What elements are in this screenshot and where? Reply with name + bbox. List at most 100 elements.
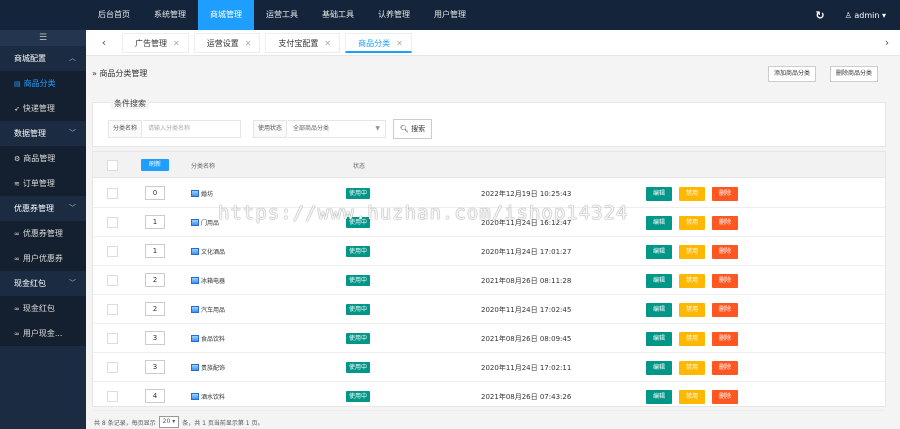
- search-fields: 分类名称 请输入分类名称 使用状态 全部商品分类 ▼ 🔍︎ 搜索: [103, 107, 879, 143]
- delete-button[interactable]: 删除: [712, 332, 738, 346]
- sort-order-input[interactable]: 0: [145, 186, 165, 200]
- tab-alipay-config[interactable]: 支付宝配置 ✕: [265, 32, 341, 53]
- image-icon: [191, 364, 199, 371]
- sidebar-item-label: 用户优惠券: [22, 254, 63, 263]
- disable-button[interactable]: 禁用: [679, 216, 705, 230]
- top-menu-item-operations[interactable]: 运营工具: [254, 0, 310, 30]
- category-name-input[interactable]: 请输入分类名称: [143, 120, 241, 138]
- username: admin: [854, 10, 880, 20]
- close-icon[interactable]: ✕: [173, 39, 180, 48]
- sidebar-item-express[interactable]: ➶ 快递管理: [0, 96, 86, 121]
- sort-order-input[interactable]: 2: [145, 302, 165, 316]
- row-checkbox[interactable]: [107, 304, 118, 315]
- row-checkbox[interactable]: [107, 333, 118, 344]
- status-select[interactable]: 全部商品分类 ▼: [288, 120, 386, 138]
- tab-ads[interactable]: 广告管理 ✕: [122, 32, 189, 53]
- row-checkbox[interactable]: [107, 391, 118, 402]
- top-menu-item-system[interactable]: 系统管理: [142, 0, 198, 30]
- edit-button[interactable]: 编辑: [646, 274, 672, 288]
- disable-button[interactable]: 禁用: [679, 303, 705, 317]
- top-menu-item-home[interactable]: 后台首页: [86, 0, 142, 30]
- refresh-icon[interactable]: ↻: [815, 9, 824, 22]
- edit-button[interactable]: 编辑: [646, 332, 672, 346]
- tab-product-category[interactable]: 商品分类 ✕: [345, 32, 412, 53]
- edit-button[interactable]: 编辑: [646, 216, 672, 230]
- delete-category-button[interactable]: 删除商品分类: [830, 66, 879, 82]
- delete-button[interactable]: 删除: [712, 187, 738, 201]
- top-menu-item-mall[interactable]: 商城管理: [198, 0, 254, 30]
- sidebar-group-label: 优惠券管理: [14, 204, 54, 213]
- created-time: 2020年11月24日 17:02:11: [481, 364, 572, 372]
- refresh-button[interactable]: 刷新: [141, 159, 170, 171]
- disable-button[interactable]: 禁用: [679, 332, 705, 346]
- search-button[interactable]: 🔍︎ 搜索: [393, 119, 433, 139]
- category-table: 刷新 分类名称 状态 0 婚坊 使用中 2022年12月19日 10:25:43 编辑禁…: [92, 151, 886, 411]
- delete-button[interactable]: 删除: [712, 303, 738, 317]
- delete-button[interactable]: 删除: [712, 245, 738, 259]
- edit-button[interactable]: 编辑: [646, 390, 672, 404]
- sidebar-group-label: 数据管理: [14, 129, 46, 138]
- page-title: » 商品分类管理: [92, 68, 147, 79]
- sidebar-group-label: 商城配置: [14, 54, 46, 63]
- disable-button[interactable]: 禁用: [679, 187, 705, 201]
- page-size-value: 20: [162, 418, 171, 425]
- edit-button[interactable]: 编辑: [646, 303, 672, 317]
- disable-button[interactable]: 禁用: [679, 245, 705, 259]
- sidebar-group-mall-config[interactable]: 商城配置 ︿: [0, 46, 86, 71]
- category-name: 婚坊: [191, 189, 213, 198]
- sidebar-item-product-category[interactable]: ▤ 商品分类: [0, 71, 86, 96]
- category-name-text: 贵族配饰: [201, 365, 226, 372]
- user-icon: ♙: [844, 10, 855, 20]
- category-name: 食品饮料: [191, 334, 225, 343]
- edit-button[interactable]: 编辑: [646, 187, 672, 201]
- sort-order-input[interactable]: 3: [145, 331, 165, 345]
- chevron-down-icon: ▾: [172, 418, 176, 425]
- table-header: 刷新 分类名称 状态: [93, 152, 885, 178]
- sidebar-group-cash-redpack[interactable]: 现金红包 ﹀: [0, 271, 86, 296]
- close-icon[interactable]: ✕: [324, 39, 331, 48]
- sort-order-input[interactable]: 1: [145, 244, 165, 258]
- edit-button[interactable]: 编辑: [646, 245, 672, 259]
- sidebar-item-coupon-manage[interactable]: ∞ 优惠券管理: [0, 221, 86, 246]
- sliders-icon: ≋: [14, 180, 20, 188]
- select-all-checkbox[interactable]: [107, 160, 118, 171]
- sidebar-group-data[interactable]: 数据管理 ﹀: [0, 121, 86, 146]
- page-size-select[interactable]: 20 ▾: [158, 416, 180, 428]
- tab-operation-settings[interactable]: 运营设置 ✕: [193, 32, 261, 53]
- sidebar-group-coupons[interactable]: 优惠券管理 ﹀: [0, 196, 86, 221]
- delete-button[interactable]: 删除: [712, 361, 738, 375]
- sidebar-item-orders[interactable]: ≋ 订单管理: [0, 171, 86, 196]
- disable-button[interactable]: 禁用: [679, 361, 705, 375]
- sort-order-input[interactable]: 3: [145, 360, 165, 374]
- delete-button[interactable]: 删除: [712, 216, 738, 230]
- chevron-left-icon[interactable]: ‹: [86, 36, 122, 49]
- top-menu-item-users[interactable]: 用户管理: [422, 0, 478, 30]
- chevron-right-icon[interactable]: ›: [874, 30, 900, 56]
- add-category-button[interactable]: 添加商品分类: [768, 66, 817, 82]
- row-checkbox[interactable]: [107, 362, 118, 373]
- disable-button[interactable]: 禁用: [679, 274, 705, 288]
- row-checkbox[interactable]: [107, 217, 118, 228]
- sidebar-item-cash-redpack[interactable]: ∞ 现金红包: [0, 296, 86, 321]
- top-menu-item-basic-tools[interactable]: 基础工具: [310, 0, 366, 30]
- close-icon[interactable]: ✕: [245, 39, 252, 48]
- sidebar-item-products[interactable]: ⚙ 商品管理: [0, 146, 86, 171]
- sort-order-input[interactable]: 2: [145, 273, 165, 287]
- close-icon[interactable]: ✕: [396, 39, 403, 48]
- row-checkbox[interactable]: [107, 275, 118, 286]
- user-menu[interactable]: ♙ admin ▾: [845, 11, 886, 20]
- sidebar-item-user-coupons[interactable]: ∞ 用户优惠券: [0, 246, 86, 271]
- edit-button[interactable]: 编辑: [646, 361, 672, 375]
- sort-order-input[interactable]: 1: [145, 215, 165, 229]
- delete-button[interactable]: 删除: [712, 390, 738, 404]
- sidebar-item-user-cash[interactable]: ∞ 用户现金...: [0, 321, 86, 346]
- page-tabs: ‹ 广告管理 ✕ 运营设置 ✕ 支付宝配置 ✕ 商品分类 ✕ ›: [86, 30, 900, 56]
- delete-button[interactable]: 删除: [712, 274, 738, 288]
- row-checkbox[interactable]: [107, 188, 118, 199]
- link-icon: ∞: [14, 230, 20, 238]
- row-checkbox[interactable]: [107, 246, 118, 257]
- menu-toggle-icon[interactable]: ☰: [0, 30, 86, 46]
- disable-button[interactable]: 禁用: [679, 390, 705, 404]
- top-menu-item-adoption[interactable]: 认养管理: [366, 0, 422, 30]
- sort-order-input[interactable]: 4: [145, 389, 165, 403]
